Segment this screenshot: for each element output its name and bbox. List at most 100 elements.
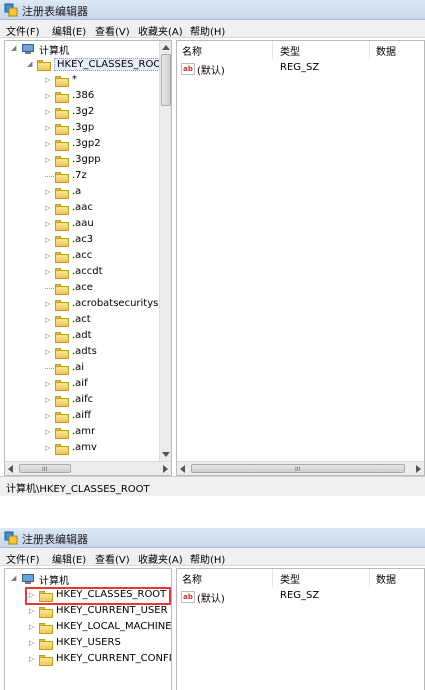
column-divider[interactable]: [272, 41, 273, 59]
expand-arrow-icon[interactable]: ▷: [45, 267, 53, 277]
expand-arrow-icon[interactable]: ▷: [45, 123, 53, 133]
column-divider[interactable]: [369, 569, 370, 587]
tree-node-subkey[interactable]: ▷ .aiff: [5, 409, 155, 425]
tree-node-subkey[interactable]: ▷ .aac: [5, 201, 155, 217]
tree-vertical-scrollbar[interactable]: [159, 41, 171, 461]
collapse-arrow-icon[interactable]: ◢: [27, 59, 35, 69]
expand-arrow-icon[interactable]: ▷: [45, 155, 53, 165]
tree-node-computer[interactable]: ◢ 计算机: [5, 41, 155, 57]
menu-file[interactable]: 文件(F): [6, 23, 40, 38]
menu-favorites[interactable]: 收藏夹(A): [138, 23, 183, 38]
tree-node-hive[interactable]: ▷ HKEY_CURRENT_CONFIG: [5, 652, 171, 668]
scroll-thumb[interactable]: [161, 54, 171, 106]
collapse-arrow-icon[interactable]: ◢: [11, 573, 19, 583]
menu-view[interactable]: 查看(V): [95, 551, 130, 566]
tree-node-subkey[interactable]: ▷ .amr: [5, 425, 155, 441]
scroll-right-arrow-icon[interactable]: [416, 465, 421, 473]
expand-arrow-icon[interactable]: ▷: [29, 654, 37, 664]
collapse-arrow-icon[interactable]: ◢: [11, 43, 19, 53]
expand-arrow-icon[interactable]: ▷: [45, 187, 53, 197]
values-pane[interactable]: 名称 类型 数据 ab (默认) REG_SZ III: [176, 40, 425, 476]
column-divider[interactable]: [272, 569, 273, 587]
value-row-default[interactable]: ab (默认) REG_SZ: [179, 61, 419, 77]
tree-node-hive[interactable]: ▷ HKEY_USERS: [5, 636, 170, 652]
expand-arrow-icon[interactable]: ▷: [45, 91, 53, 101]
values-pane[interactable]: 名称 类型 数据 ab (默认) REG_SZ: [176, 568, 425, 690]
tree-node-subkey[interactable]: ▷ .a: [5, 185, 155, 201]
column-header-name[interactable]: 名称: [182, 571, 202, 586]
tree-node-hive[interactable]: ▷ HKEY_LOCAL_MACHINE: [5, 620, 171, 636]
expand-arrow-icon[interactable]: ▷: [29, 590, 37, 600]
tree-node-subkey[interactable]: ▷ .3g2: [5, 105, 155, 121]
tree-node-subkey[interactable]: ▷ .adt: [5, 329, 155, 345]
tree-node-subkey[interactable]: ▷ .accdt: [5, 265, 155, 281]
tree-node-computer[interactable]: ◢ 计算机: [5, 571, 165, 587]
expand-arrow-icon[interactable]: ▷: [45, 75, 53, 85]
tree-node-subkey[interactable]: ▷ .aifc: [5, 393, 155, 409]
expand-arrow-icon[interactable]: ▷: [45, 299, 53, 309]
column-header-name[interactable]: 名称: [182, 43, 202, 58]
scroll-thumb[interactable]: III: [19, 464, 71, 473]
expand-arrow-icon[interactable]: ▷: [45, 235, 53, 245]
values-horizontal-scrollbar[interactable]: III: [177, 461, 424, 475]
tree-node-subkey[interactable]: ▷ .aau: [5, 217, 155, 233]
tree-node-subkey[interactable]: ▷ .ac3: [5, 233, 155, 249]
column-header-data[interactable]: 数据: [376, 571, 396, 586]
expand-arrow-icon[interactable]: ▷: [45, 427, 53, 437]
tree-node-subkey[interactable]: .ace: [5, 281, 155, 297]
tree-node-subkey[interactable]: ▷ .act: [5, 313, 155, 329]
expand-arrow-icon[interactable]: ▷: [29, 606, 37, 616]
menu-help[interactable]: 帮助(H): [190, 23, 225, 38]
menu-view[interactable]: 查看(V): [95, 23, 130, 38]
tree-node-subkey[interactable]: ▷ .acrobatsecurityset: [5, 297, 168, 313]
tree-node-subkey[interactable]: ▷ .aif: [5, 377, 155, 393]
menu-file[interactable]: 文件(F): [6, 551, 40, 566]
scroll-left-arrow-icon[interactable]: [180, 465, 185, 473]
expand-arrow-icon[interactable]: ▷: [45, 203, 53, 213]
tree-node-subkey[interactable]: ▷ .acc: [5, 249, 155, 265]
tree-node-subkey[interactable]: ▷ .3gpp: [5, 153, 155, 169]
tree-pane[interactable]: ◢ 计算机 ◢ HKEY_CLASSES_ROOT ▷ * ▷ .386 ▷ .3g2…: [4, 40, 172, 476]
tree-node-subkey[interactable]: ▷ *: [5, 73, 155, 89]
expand-arrow-icon[interactable]: ▷: [45, 219, 53, 229]
tree-node-subkey[interactable]: ▷ .386: [5, 89, 155, 105]
tree-node-subkey[interactable]: ▷ .3gp2: [5, 137, 155, 153]
expand-arrow-icon[interactable]: ▷: [45, 411, 53, 421]
menu-edit[interactable]: 编辑(E): [52, 551, 86, 566]
expand-arrow-icon[interactable]: ▷: [45, 347, 53, 357]
scroll-thumb[interactable]: III: [191, 464, 405, 473]
expand-arrow-icon[interactable]: ▷: [45, 379, 53, 389]
menu-favorites[interactable]: 收藏夹(A): [138, 551, 183, 566]
scroll-down-arrow-icon[interactable]: [162, 452, 170, 457]
expand-arrow-icon[interactable]: ▷: [45, 139, 53, 149]
tree-node-subkey[interactable]: ▷ .3gp: [5, 121, 155, 137]
expand-arrow-icon[interactable]: ▷: [45, 443, 53, 453]
expand-arrow-icon[interactable]: ▷: [29, 622, 37, 632]
menu-bar: 文件(F) 编辑(E) 查看(V) 收藏夹(A) 帮助(H): [0, 20, 425, 38]
scroll-left-arrow-icon[interactable]: [8, 465, 13, 473]
scroll-up-arrow-icon[interactable]: [162, 45, 170, 50]
column-header-type[interactable]: 类型: [280, 571, 300, 586]
expand-arrow-icon[interactable]: ▷: [45, 331, 53, 341]
menu-help[interactable]: 帮助(H): [190, 551, 225, 566]
tree-node-subkey[interactable]: .7z: [5, 169, 155, 185]
tree-node-subkey[interactable]: .ai: [5, 361, 155, 377]
tree-pane[interactable]: ◢ 计算机 ▷ HKEY_CLASSES_ROOT ▷ HKEY_CURRENT_U…: [4, 568, 172, 690]
tree-node-subkey[interactable]: ▷ .amv: [5, 441, 155, 457]
column-header-type[interactable]: 类型: [280, 43, 300, 58]
expand-arrow-icon[interactable]: ▷: [29, 638, 37, 648]
tree-node-subkey[interactable]: ▷ .adts: [5, 345, 155, 361]
tree-node-hkcr[interactable]: ◢ HKEY_CLASSES_ROOT: [5, 57, 171, 73]
tree-horizontal-scrollbar[interactable]: III: [5, 461, 171, 475]
value-row-default[interactable]: ab (默认) REG_SZ: [179, 589, 419, 605]
menu-edit[interactable]: 编辑(E): [52, 23, 86, 38]
expand-arrow-icon[interactable]: ▷: [45, 395, 53, 405]
tree-node-hive[interactable]: ▷ HKEY_CURRENT_USER: [5, 604, 170, 620]
scroll-right-arrow-icon[interactable]: [163, 465, 168, 473]
expand-arrow-icon[interactable]: ▷: [45, 251, 53, 261]
column-header-data[interactable]: 数据: [376, 43, 396, 58]
expand-arrow-icon[interactable]: ▷: [45, 315, 53, 325]
column-divider[interactable]: [369, 41, 370, 59]
tree-node-hive[interactable]: ▷ HKEY_CLASSES_ROOT: [5, 588, 170, 604]
expand-arrow-icon[interactable]: ▷: [45, 107, 53, 117]
